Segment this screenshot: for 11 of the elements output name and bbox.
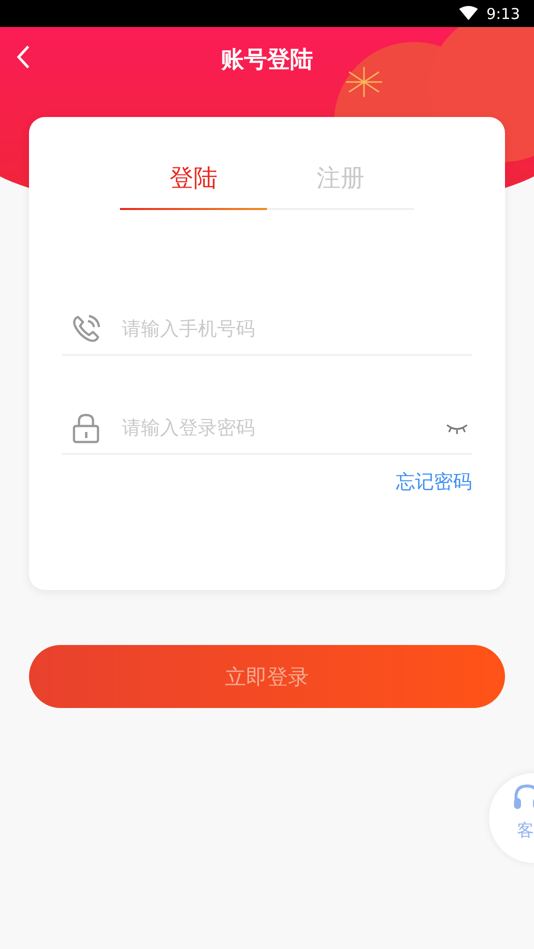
wifi-icon [459, 6, 478, 21]
customer-service-button[interactable]: 客 [489, 773, 534, 863]
login-button[interactable]: 立即登录 [29, 645, 505, 708]
tab[interactable]: 登陆 [120, 157, 267, 210]
headset-icon [512, 783, 534, 811]
forgot-password-link[interactable]: 忘记密码 [396, 469, 472, 495]
lock-icon [70, 412, 102, 444]
page-title: 账号登陆 [221, 46, 313, 74]
closed-eye-icon[interactable] [446, 422, 468, 434]
phone-icon [70, 313, 102, 345]
status-time: 9:13 [486, 4, 520, 22]
